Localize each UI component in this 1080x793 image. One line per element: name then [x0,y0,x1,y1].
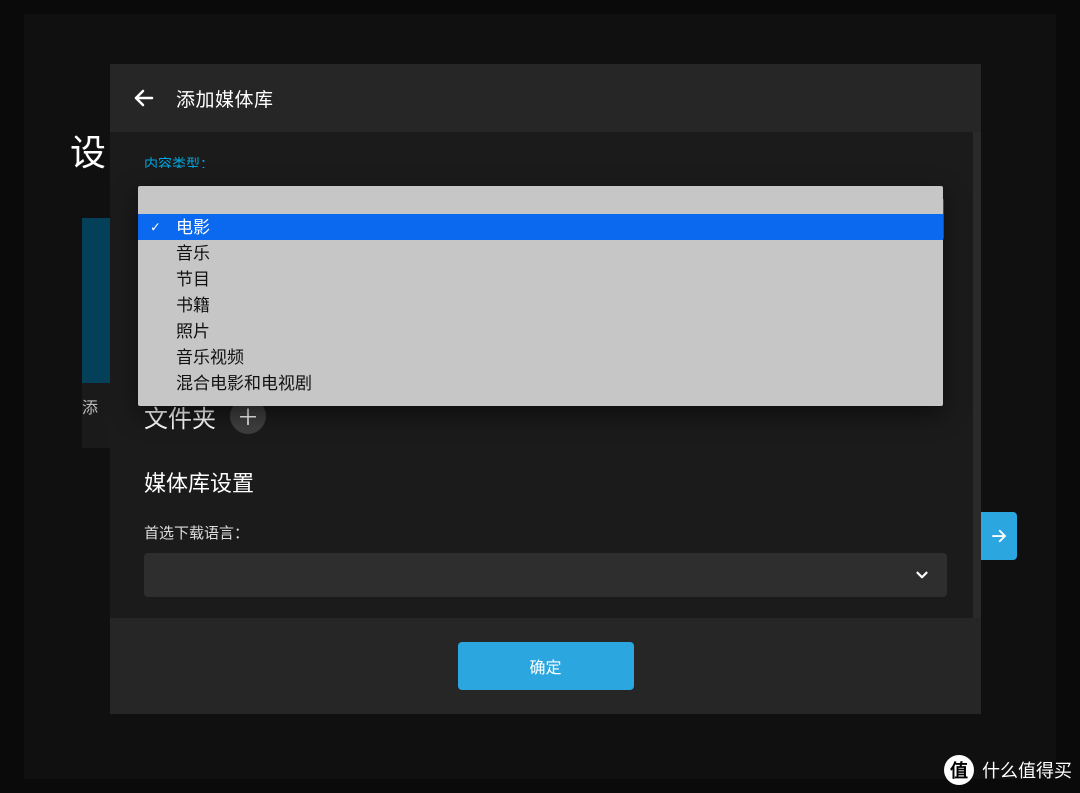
download-language-select[interactable] [144,553,947,597]
background-tile-caption: 添 [82,394,98,418]
watermark: 值 什么值得买 [944,755,1072,785]
dropdown-option-label: 音乐视频 [176,349,244,366]
dropdown-option-label: 节目 [176,271,210,288]
modal-footer: 确定 [110,618,981,714]
chevron-down-icon [913,566,931,584]
dropdown-option-label: 电影 [176,219,210,236]
dropdown-option-music[interactable]: 音乐 [138,240,943,266]
dropdown-option-label: 音乐 [176,245,210,262]
modal-title: 添加媒体库 [176,85,274,112]
modal-header: 添加媒体库 [110,64,981,132]
content-type-dropdown[interactable]: ✓ 电影 音乐 节目 书籍 照片 音乐视频 混合电影和电视剧 [138,186,943,406]
next-button[interactable] [981,512,1017,560]
modal-scrollbar[interactable] [973,132,981,618]
content-type-label: 内容类型： [144,154,947,168]
dropdown-option-label: 书籍 [176,297,210,314]
background-tile-accent [82,218,112,383]
dropdown-option-music-videos[interactable]: 音乐视频 [138,344,943,370]
page-title: 设 [70,124,106,176]
dropdown-option-label: 混合电影和电视剧 [176,375,312,392]
library-settings-heading: 媒体库设置 [144,466,947,498]
watermark-text: 什么值得买 [982,757,1072,783]
arrow-right-icon [990,527,1008,545]
dropdown-option-shows[interactable]: 节目 [138,266,943,292]
back-button[interactable] [130,84,158,112]
dropdown-option-label: 照片 [176,323,210,340]
check-icon: ✓ [150,221,161,234]
watermark-badge: 值 [944,755,974,785]
dropdown-option-movies[interactable]: ✓ 电影 [138,214,943,240]
dropdown-option-mixed[interactable]: 混合电影和电视剧 [138,370,943,396]
download-language-label: 首选下载语言： [144,522,947,543]
confirm-button[interactable]: 确定 [458,642,634,690]
arrow-left-icon [132,86,156,110]
dropdown-option-photos[interactable]: 照片 [138,318,943,344]
confirm-button-label: 确定 [529,654,561,678]
dropdown-option-books[interactable]: 书籍 [138,292,943,318]
